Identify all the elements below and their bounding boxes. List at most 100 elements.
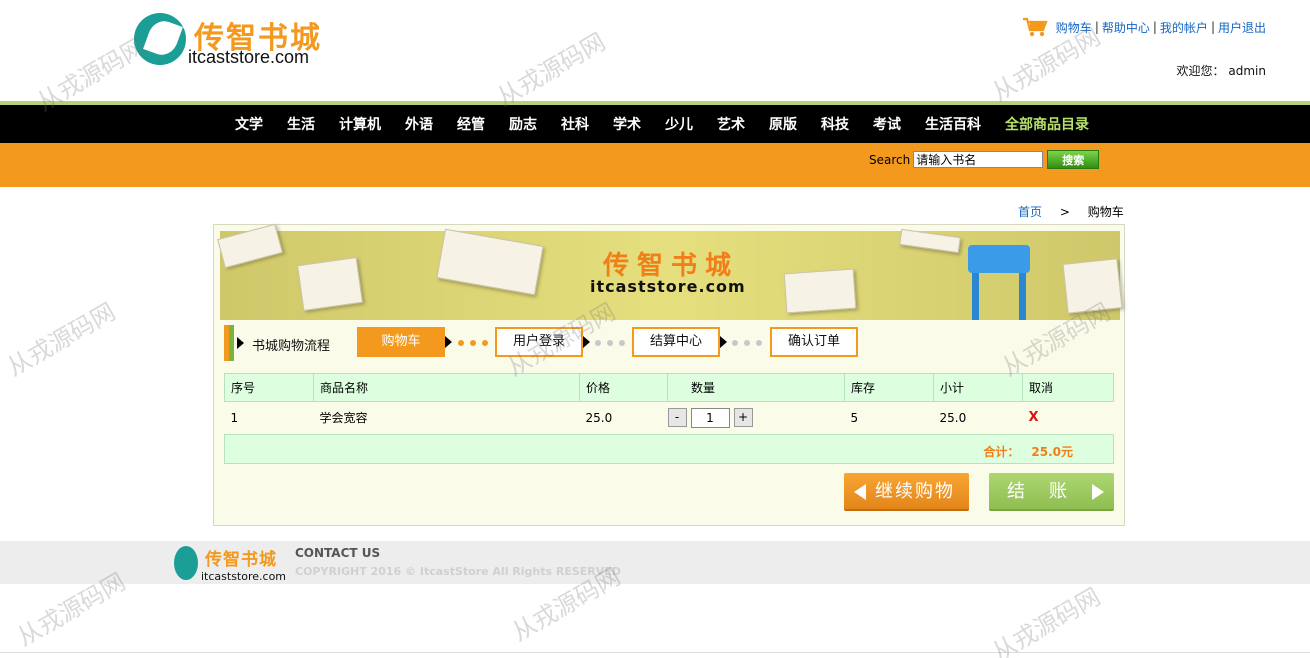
site-logo[interactable]: 传智书城 itcaststore.com — [134, 13, 334, 69]
total-label: 合计： — [983, 445, 1020, 459]
quantity-stepper: - + — [667, 407, 845, 428]
search-button[interactable]: 搜索 — [1047, 150, 1100, 169]
cart-total-bar: 合计： 25.0元 — [224, 434, 1114, 464]
link-separator: | — [1094, 20, 1099, 34]
arrow-left-icon — [854, 484, 866, 500]
nav-all-products[interactable]: 全部商品目录 — [1005, 114, 1089, 134]
book-illustration — [436, 228, 544, 296]
book-illustration — [1062, 258, 1123, 314]
copyright-text: COPYRIGHT 2016 © ItcastStore All Rights … — [295, 565, 621, 578]
nav-category-item[interactable]: 经管 — [457, 114, 485, 134]
cell-remove: X — [1023, 402, 1114, 434]
col-header-no: 序号 — [224, 373, 314, 402]
cell-qty: - + — [667, 402, 845, 434]
col-header-remove: 取消 — [1022, 373, 1114, 402]
book-illustration — [217, 223, 283, 269]
checkout-label: 结账 — [1007, 481, 1091, 502]
footer-logo-domain: itcaststore.com — [201, 570, 287, 583]
shopping-cart-icon[interactable] — [1022, 16, 1048, 38]
nav-category-item[interactable]: 励志 — [509, 114, 537, 134]
flow-arrow-icon — [583, 336, 590, 348]
step-cart: 购物车 — [357, 327, 445, 357]
nav-category-item[interactable]: 学术 — [613, 114, 641, 134]
cart-panel: 传智书城 itcaststore.com 书城购物流程 购物车 用户登录 结算中… — [213, 223, 1125, 526]
nav-category-item[interactable]: 计算机 — [339, 114, 381, 134]
flow-marker — [224, 325, 234, 361]
step-dots — [458, 340, 494, 346]
col-header-stock: 库存 — [844, 373, 934, 402]
cell-name[interactable]: 学会宽容 — [314, 402, 580, 434]
table-row: 1 学会宽容 25.0 - + 5 25.0 X — [225, 402, 1114, 434]
col-header-subtotal: 小计 — [933, 373, 1023, 402]
book-illustration — [783, 268, 857, 314]
nav-category-item[interactable]: 生活 — [287, 114, 315, 134]
step-dots — [732, 340, 768, 346]
flow-arrow-icon — [445, 336, 452, 348]
flow-title: 书城购物流程 — [252, 339, 331, 354]
logo-emblem-icon — [134, 13, 186, 65]
watermark: 从戎源码网 — [987, 582, 1106, 658]
continue-shopping-label: 继续购物 — [875, 481, 955, 502]
nav-category-item[interactable]: 文学 — [235, 114, 263, 134]
book-illustration — [899, 228, 961, 254]
nav-category-item[interactable]: 科技 — [821, 114, 849, 134]
search-input[interactable] — [913, 151, 1044, 168]
flow-arrow-icon — [237, 337, 244, 349]
col-header-qty: 数量 — [667, 373, 845, 402]
qty-decrease-button[interactable]: - — [667, 408, 687, 428]
header: 传智书城 itcaststore.com 购物车 | 帮助中心 | 我的帐户 |… — [0, 0, 1310, 101]
footer: 传智书城 itcaststore.com CONTACT US COPYRIGH… — [0, 541, 1310, 584]
footer-logo-chinese-name: 传智书城 — [205, 550, 277, 570]
logout-link[interactable]: 用户退出 — [1218, 19, 1266, 36]
nav-category-item[interactable]: 少儿 — [665, 114, 693, 134]
step-login: 用户登录 — [495, 327, 583, 357]
arrow-right-icon — [1092, 484, 1104, 500]
nav-category-item[interactable]: 考试 — [873, 114, 901, 134]
search-form: Search 搜索 — [869, 150, 1100, 169]
cart-link[interactable]: 购物车 — [1056, 19, 1092, 36]
link-separator: | — [1210, 20, 1215, 34]
chair-illustration — [968, 245, 1030, 320]
step-confirm-order: 确认订单 — [770, 327, 858, 357]
category-nav: 文学 生活 计算机 外语 经管 励志 社科 学术 少儿 艺术 原版 科技 考试 生活百科 全部商品目录 — [0, 105, 1310, 143]
chair-leg — [1019, 273, 1026, 320]
cart-table-header: 序号 商品名称 价格 数量 库存 小计 取消 — [224, 373, 1114, 402]
banner-domain: itcaststore.com — [590, 277, 746, 296]
welcome-username: admin — [1228, 64, 1266, 78]
chair-leg — [972, 273, 979, 320]
contact-us-link[interactable]: CONTACT US — [295, 546, 380, 560]
breadcrumb-current: 购物车 — [1087, 205, 1124, 219]
footer-logo: 传智书城 itcaststore.com — [174, 546, 287, 583]
footer-logo-emblem-icon — [174, 546, 198, 580]
remove-item-button[interactable]: X — [1029, 410, 1039, 425]
watermark: 从戎源码网 — [2, 297, 121, 382]
nav-category-item[interactable]: 原版 — [769, 114, 797, 134]
nav-category-item[interactable]: 外语 — [405, 114, 433, 134]
continue-shopping-button[interactable]: 继续购物 — [844, 473, 969, 511]
qty-increase-button[interactable]: + — [733, 408, 753, 428]
my-account-link[interactable]: 我的帐户 — [1160, 19, 1208, 36]
checkout-button[interactable]: 结账 — [989, 473, 1114, 511]
breadcrumb-home-link[interactable]: 首页 — [1018, 205, 1042, 219]
search-label: Search — [869, 152, 911, 167]
cell-no: 1 — [230, 410, 239, 425]
welcome-label: 欢迎您： — [1176, 64, 1225, 78]
cell-subtotal: 25.0 — [939, 410, 967, 425]
nav-category-item[interactable]: 生活百科 — [925, 114, 981, 134]
welcome-text: 欢迎您： admin — [1177, 62, 1266, 79]
category-nav-items: 文学 生活 计算机 外语 经管 励志 社科 学术 少儿 艺术 原版 科技 考试 生活百科 全部商品目录 — [223, 114, 1101, 134]
cell-stock: 5 — [850, 410, 859, 425]
chair-seat — [968, 245, 1030, 273]
total-value: 25.0元 — [1031, 445, 1073, 459]
help-center-link[interactable]: 帮助中心 — [1102, 19, 1150, 36]
nav-category-item[interactable]: 艺术 — [717, 114, 745, 134]
breadcrumb: 首页 > 购物车 — [1018, 203, 1124, 220]
logo-domain: itcaststore.com — [188, 47, 310, 67]
link-separator: | — [1152, 20, 1157, 34]
breadcrumb-separator: > — [1059, 205, 1070, 219]
page: 传智书城 itcaststore.com 购物车 | 帮助中心 | 我的帐户 |… — [0, 0, 1310, 658]
nav-category-item[interactable]: 社科 — [561, 114, 589, 134]
store-banner: 传智书城 itcaststore.com — [217, 223, 1123, 320]
qty-input[interactable] — [690, 407, 730, 428]
cart-total: 合计： 25.0元 — [983, 443, 1073, 460]
